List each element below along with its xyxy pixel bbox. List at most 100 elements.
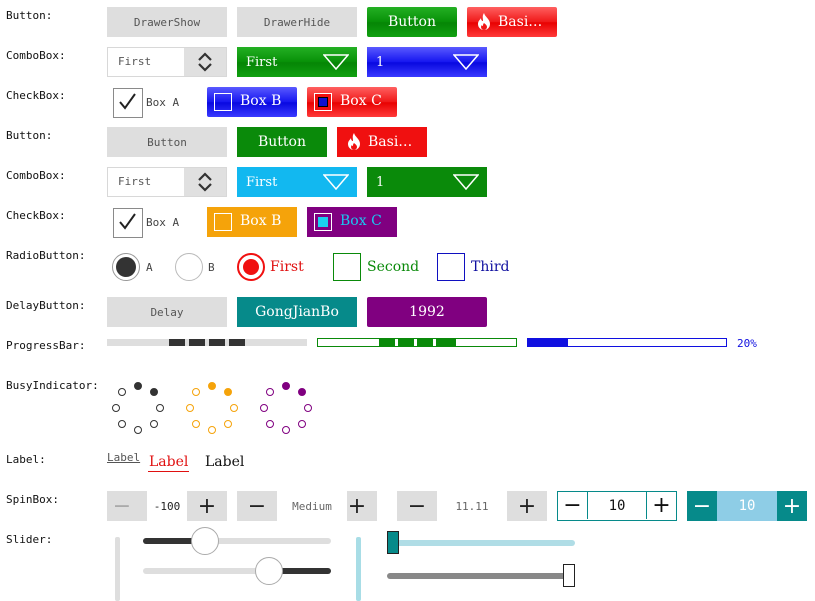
checkbox-b-label: Box B — [240, 213, 282, 229]
spinbox-1[interactable]: − -100 + — [107, 491, 227, 521]
checkbox-b-orange[interactable]: Box B — [207, 207, 297, 237]
fire-icon — [478, 13, 490, 30]
combobox-first-sky[interactable]: First — [237, 167, 357, 197]
checkmark-icon — [119, 213, 136, 230]
row-label-label: Label: — [6, 453, 46, 466]
spinbox-value[interactable]: Medium — [277, 491, 347, 521]
spinbox-value[interactable]: 10 — [717, 491, 777, 521]
basic-button-red-gloss[interactable]: Basi… — [467, 7, 557, 37]
delay-button-teal[interactable]: GongJianBo — [237, 297, 357, 327]
busy-dot — [149, 388, 158, 397]
chevron-updown-icon — [198, 172, 212, 192]
drawer-show-button[interactable]: DrawerShow — [107, 7, 227, 37]
row-label-button-2: Button: — [6, 129, 53, 142]
spinbox-value[interactable]: 11.11 — [437, 491, 507, 521]
slider-horizontal-1[interactable] — [143, 527, 331, 555]
spinbox-2[interactable]: − Medium + — [237, 491, 377, 521]
busy-dot — [260, 404, 268, 412]
spinbox-value[interactable]: 10 — [588, 491, 646, 521]
radio-a[interactable] — [112, 253, 140, 281]
busy-dot — [230, 404, 238, 412]
slider-handle[interactable] — [387, 531, 399, 554]
spinbox-value[interactable]: -100 — [147, 491, 187, 521]
row-label-checkbox-2: CheckBox: — [6, 209, 66, 222]
combobox-one-green[interactable]: 1 — [367, 167, 487, 197]
combobox-value: First — [246, 174, 278, 190]
row-label-combobox: ComboBox: — [6, 49, 66, 62]
delay-button-purple[interactable]: 1992 — [367, 297, 487, 327]
progress-percent: 20% — [737, 337, 757, 350]
spinbox-5[interactable]: − 10 + — [687, 491, 807, 521]
slider-horizontal-2[interactable] — [143, 557, 331, 585]
plus-icon[interactable]: + — [646, 491, 676, 519]
checkbox-c-label: Box C — [340, 93, 382, 109]
basic-button-label: Basi… — [368, 134, 413, 150]
combobox-value: 1 — [376, 54, 385, 70]
button-green-gloss[interactable]: Button — [367, 7, 457, 37]
busy-dot — [282, 382, 290, 390]
plus-icon[interactable]: + — [342, 491, 372, 521]
row-label-checkbox: CheckBox: — [6, 89, 66, 102]
slider-vertical-light[interactable] — [356, 537, 361, 601]
basic-button-red[interactable]: Basi… — [337, 127, 427, 157]
spinbox-3[interactable]: − 11.11 + — [397, 491, 547, 521]
checkbox-c-label: Box C — [340, 213, 382, 229]
combobox-spinner[interactable] — [184, 168, 226, 196]
row-label-busyindicator: BusyIndicator: — [6, 379, 99, 392]
busy-dot — [186, 404, 194, 412]
delay-button[interactable]: Delay — [107, 297, 227, 327]
busy-dot — [208, 426, 216, 434]
radio-b[interactable] — [175, 253, 203, 281]
spinbox-4[interactable]: − 10 + — [557, 491, 677, 521]
checkbox-a-2[interactable] — [113, 208, 143, 238]
combobox-spinner[interactable] — [184, 48, 226, 76]
minus-icon[interactable]: − — [107, 491, 137, 521]
radio-second[interactable] — [333, 253, 361, 281]
combobox-first[interactable]: First — [107, 47, 227, 77]
radio-first[interactable] — [237, 253, 265, 281]
busy-dot — [223, 419, 232, 428]
minus-icon[interactable]: − — [242, 491, 272, 521]
checkbox-c-red[interactable]: Box C — [307, 87, 397, 117]
busy-indicator-purple — [258, 380, 314, 436]
button-gray[interactable]: Button — [107, 127, 227, 157]
busy-dot — [282, 426, 290, 434]
plus-icon[interactable]: + — [192, 491, 222, 521]
slider-horizontal-teal[interactable] — [387, 531, 575, 554]
triangle-down-icon — [453, 54, 479, 70]
basic-button-label: Basi… — [498, 14, 543, 30]
busy-dot — [223, 388, 232, 397]
busy-dot — [112, 404, 120, 412]
slider-vertical-gray[interactable] — [115, 537, 120, 601]
triangle-down-icon — [323, 174, 349, 190]
plus-icon[interactable]: + — [512, 491, 542, 521]
minus-icon[interactable]: − — [402, 491, 432, 521]
progress-indeterminate-gray — [107, 339, 307, 346]
triangle-down-icon — [323, 54, 349, 70]
checkbox-b-blue[interactable]: Box B — [207, 87, 297, 117]
busy-dot — [297, 388, 306, 397]
checkbox-b-label: Box B — [240, 93, 282, 109]
drawer-hide-button[interactable]: DrawerHide — [237, 7, 357, 37]
label-red: Label — [148, 454, 190, 472]
radio-third[interactable] — [437, 253, 465, 281]
slider-horizontal-gray[interactable] — [387, 564, 575, 587]
slider-handle[interactable] — [255, 557, 283, 585]
button-green[interactable]: Button — [237, 127, 327, 157]
minus-icon[interactable]: − — [558, 491, 588, 519]
busy-dot — [118, 419, 127, 428]
triangle-down-icon — [453, 174, 479, 190]
busy-dot — [149, 419, 158, 428]
combobox-first-2[interactable]: First — [107, 167, 227, 197]
slider-handle[interactable] — [191, 527, 219, 555]
minus-icon[interactable]: − — [687, 491, 717, 521]
checkbox-a[interactable] — [113, 88, 143, 118]
progress-fill — [528, 339, 568, 346]
checkbox-a-label: Box A — [146, 216, 180, 229]
combobox-first-green[interactable]: First — [237, 47, 357, 77]
row-label-progressbar: ProgressBar: — [6, 339, 86, 352]
plus-icon[interactable]: + — [777, 491, 807, 521]
checkbox-c-purple[interactable]: Box C — [307, 207, 397, 237]
combobox-one-blue[interactable]: 1 — [367, 47, 487, 77]
slider-handle[interactable] — [563, 564, 575, 587]
